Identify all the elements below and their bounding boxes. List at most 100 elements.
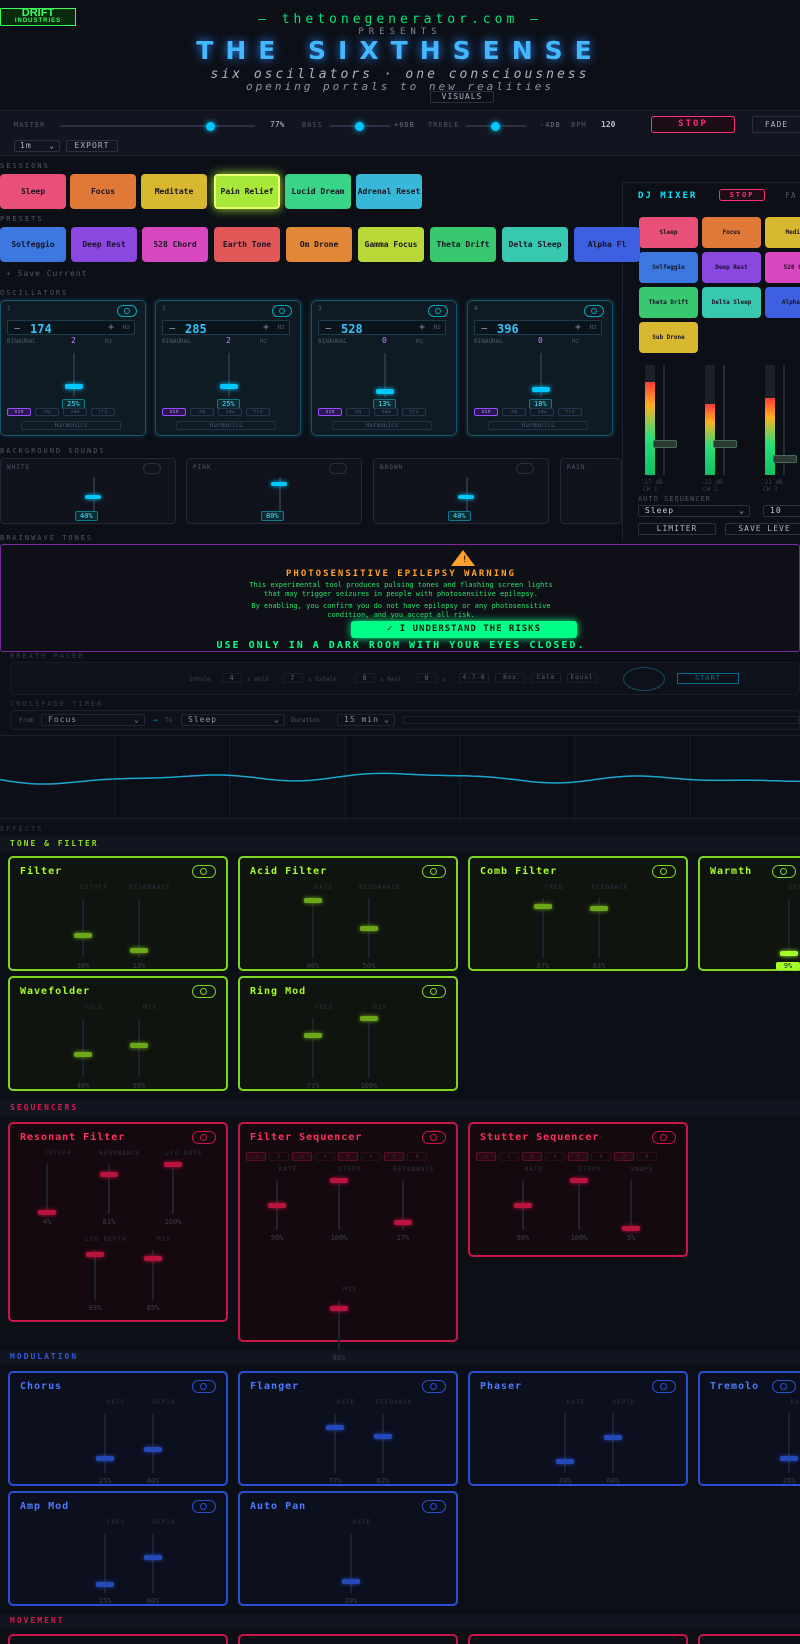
plus-icon[interactable]: + xyxy=(263,322,269,333)
param-slider-knob[interactable] xyxy=(604,1435,622,1440)
visuals-button[interactable]: VISUALS xyxy=(430,91,494,103)
step-button[interactable]: 5 xyxy=(338,1152,358,1161)
wave-sin-button[interactable]: sin xyxy=(7,408,31,416)
auto-sequencer-count[interactable]: 10 xyxy=(763,505,800,517)
power-icon[interactable] xyxy=(192,1131,216,1144)
preset-earth-tone[interactable]: Earth Tone xyxy=(214,227,280,262)
param-slider-knob[interactable] xyxy=(130,948,148,954)
dj-pad-sub-drone[interactable]: Sub Drone xyxy=(639,322,698,353)
param-slider-knob[interactable] xyxy=(514,1203,532,1208)
wave-sq-button[interactable]: sq xyxy=(346,408,370,416)
wave-saw-button[interactable]: saw xyxy=(374,408,398,416)
param-slider-knob[interactable] xyxy=(780,1456,798,1461)
save-current-button[interactable]: + Save Current xyxy=(6,269,87,278)
power-icon[interactable] xyxy=(516,463,534,474)
param-slider-track[interactable] xyxy=(382,1413,384,1473)
param-slider-knob[interactable] xyxy=(38,1210,56,1215)
param-slider-knob[interactable] xyxy=(360,926,378,931)
step-button[interactable]: 7 xyxy=(384,1152,404,1161)
param-slider-knob[interactable] xyxy=(570,1178,588,1183)
volume-slider-knob[interactable] xyxy=(376,389,394,395)
param-slider-knob[interactable] xyxy=(534,903,552,909)
channel-fader-track[interactable] xyxy=(723,365,725,475)
step-button[interactable]: 3 xyxy=(292,1152,312,1161)
harmonics-dropdown[interactable]: Harmonics xyxy=(21,421,121,430)
minus-icon[interactable]: − xyxy=(169,322,176,335)
pattern-calm-button[interactable]: Calm xyxy=(531,673,561,683)
step-button[interactable]: 1 xyxy=(246,1152,266,1161)
param-slider-knob[interactable] xyxy=(326,1424,344,1430)
wave-tri-button[interactable]: tri xyxy=(91,408,115,416)
session-lucid-dream[interactable]: Lucid Dream xyxy=(285,174,351,209)
frequency-value[interactable]: 285 xyxy=(185,322,207,336)
wave-tri-button[interactable]: tri xyxy=(246,408,270,416)
harmonics-dropdown[interactable]: Harmonics xyxy=(176,421,276,430)
param-slider-track[interactable] xyxy=(788,898,790,958)
volume-slider-knob[interactable] xyxy=(532,387,550,393)
dj-pad-medit[interactable]: Medit xyxy=(765,217,800,248)
param-slider-track[interactable] xyxy=(338,1180,340,1230)
power-icon[interactable] xyxy=(772,1380,796,1393)
binaural-value[interactable]: 2 xyxy=(226,336,231,345)
treble-slider[interactable] xyxy=(466,121,526,131)
step-button[interactable]: 4 xyxy=(315,1152,335,1161)
wave-sq-button[interactable]: sq xyxy=(190,408,214,416)
power-icon[interactable] xyxy=(422,985,446,998)
master-stop-button[interactable]: STOP xyxy=(651,116,735,133)
master-slider-knob[interactable] xyxy=(206,121,216,131)
power-icon[interactable] xyxy=(329,463,347,474)
dj-fade-button[interactable]: FA xyxy=(785,191,797,200)
param-slider-knob[interactable] xyxy=(144,1447,162,1452)
param-slider-track[interactable] xyxy=(82,1018,84,1078)
step-button[interactable]: 6 xyxy=(361,1152,381,1161)
plus-icon[interactable]: + xyxy=(419,322,425,333)
param-slider-knob[interactable] xyxy=(330,1305,348,1311)
bg-volume-knob[interactable] xyxy=(85,495,101,500)
inhale-input[interactable]: 4 xyxy=(222,673,242,683)
crossfade-duration-select[interactable]: 15 min ⌄ xyxy=(337,714,395,726)
channel-fader-knob[interactable] xyxy=(713,440,737,449)
pattern-4-7-8-button[interactable]: 4-7-8 xyxy=(459,673,489,683)
session-focus[interactable]: Focus xyxy=(70,174,136,209)
param-slider-track[interactable] xyxy=(350,1533,352,1593)
preset-delta-sleep[interactable]: Delta Sleep xyxy=(502,227,568,262)
session-adrenal-reset[interactable]: Adrenal Reset xyxy=(356,174,422,209)
exhale-input[interactable]: 8 xyxy=(355,673,375,683)
volume-slider-track[interactable] xyxy=(228,353,230,397)
param-slider-track[interactable] xyxy=(312,898,314,958)
bg-volume-track[interactable] xyxy=(93,477,95,511)
minus-icon[interactable]: − xyxy=(325,322,332,335)
power-icon[interactable] xyxy=(192,865,216,878)
power-icon[interactable] xyxy=(422,1500,446,1513)
volume-slider-knob[interactable] xyxy=(220,384,238,389)
param-slider-knob[interactable] xyxy=(556,1459,574,1464)
session-pain-relief[interactable]: Pain Relief xyxy=(214,174,280,209)
frequency-stepper[interactable]: −285 + Hz xyxy=(162,320,290,336)
preset-528-chord[interactable]: 528 Chord xyxy=(142,227,208,262)
param-slider-track[interactable] xyxy=(630,1180,632,1230)
param-slider-knob[interactable] xyxy=(74,933,92,939)
export-button[interactable]: EXPORT xyxy=(66,140,118,152)
power-icon[interactable] xyxy=(584,305,604,317)
wave-saw-button[interactable]: saw xyxy=(218,408,242,416)
bg-volume-knob[interactable] xyxy=(458,495,474,500)
power-icon[interactable] xyxy=(192,1500,216,1513)
step-button[interactable]: 5 xyxy=(568,1152,588,1161)
param-slider-knob[interactable] xyxy=(342,1579,360,1584)
power-icon[interactable] xyxy=(428,305,448,317)
power-icon[interactable] xyxy=(422,1131,446,1144)
frequency-stepper[interactable]: −528 + Hz xyxy=(318,320,446,336)
param-slider-track[interactable] xyxy=(612,1413,614,1473)
step-button[interactable]: 2 xyxy=(499,1152,519,1161)
param-slider-knob[interactable] xyxy=(96,1456,114,1461)
step-button[interactable]: 6 xyxy=(591,1152,611,1161)
param-slider-track[interactable] xyxy=(138,1018,140,1078)
minus-icon[interactable]: − xyxy=(14,322,21,335)
minus-icon[interactable]: − xyxy=(481,322,488,335)
param-slider-knob[interactable] xyxy=(304,1033,322,1039)
wave-sin-button[interactable]: sin xyxy=(162,408,186,416)
dj-pad-focus[interactable]: Focus xyxy=(702,217,761,248)
step-button[interactable]: 1 xyxy=(476,1152,496,1161)
param-slider-track[interactable] xyxy=(368,1018,370,1078)
channel-fader-knob[interactable] xyxy=(773,454,797,463)
